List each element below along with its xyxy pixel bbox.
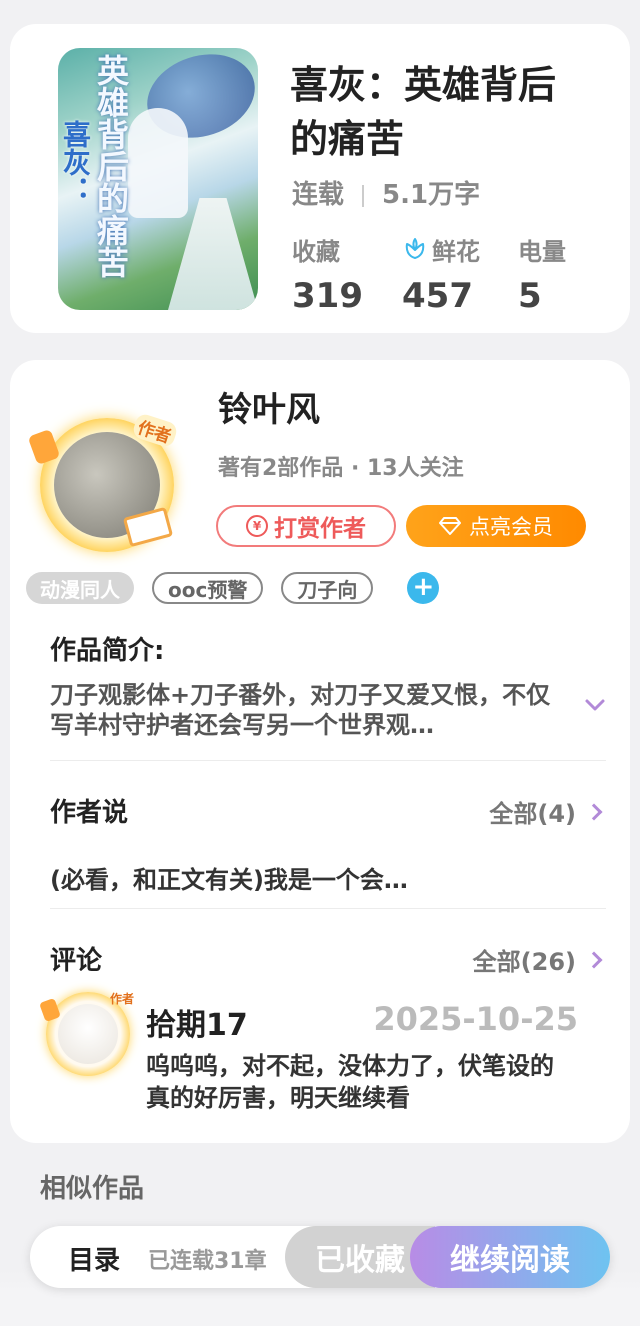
detail-card: 作者 铃叶风 著有2部作品 · 13人关注 ¥ 打赏作者 点亮会员 动漫同人 o… bbox=[10, 360, 630, 1143]
author-avatar[interactable]: 作者 bbox=[27, 412, 179, 552]
vip-button[interactable]: 点亮会员 bbox=[406, 505, 586, 547]
stat-power[interactable]: 电量 5 bbox=[518, 232, 566, 317]
commenter-name[interactable]: 拾期17 bbox=[146, 1000, 248, 1044]
author-says-title: 作者说 bbox=[50, 798, 129, 828]
avatar-flag-decoration bbox=[27, 428, 61, 466]
author-says-text[interactable]: (必看，和正文有关)我是一个会… bbox=[50, 860, 408, 895]
tag-list: 动漫同人 ooc预警 刀子向 + bbox=[26, 572, 440, 604]
meta-divider bbox=[362, 184, 365, 207]
comments-more-link[interactable]: 全部(26) bbox=[472, 942, 603, 977]
commenter-badge: 作者 bbox=[109, 992, 134, 1006]
author-says-more-link[interactable]: 全部(4) bbox=[489, 794, 603, 829]
stat-value: 5 bbox=[518, 276, 542, 316]
stat-label: 收藏 bbox=[292, 237, 340, 266]
book-meta: 连载 5.1万字 bbox=[292, 174, 480, 211]
book-info-card: 英雄背后的痛苦 喜灰： 喜灰：英雄背后的痛苦 连载 5.1万字 收藏 319 鲜花… bbox=[10, 24, 630, 333]
more-label: 全部(4) bbox=[489, 800, 576, 828]
similar-works-title: 相似作品 bbox=[40, 1174, 145, 1204]
tag-item[interactable]: ooc预警 bbox=[152, 572, 264, 604]
stat-label: 电量 bbox=[518, 237, 566, 266]
commenter-avatar[interactable]: 作者 bbox=[39, 992, 134, 1076]
cover-title-text: 英雄背后的痛苦 bbox=[92, 54, 130, 278]
author-name[interactable]: 铃叶风 bbox=[218, 382, 320, 431]
comment-text[interactable]: 呜呜呜，对不起，没体力了，伏笔设的真的好厉害，明天继续看 bbox=[146, 1050, 576, 1114]
stat-value: 319 bbox=[292, 276, 363, 316]
book-status: 连载 bbox=[292, 180, 345, 210]
book-title: 喜灰：英雄背后的痛苦 bbox=[290, 63, 557, 161]
add-tag-button[interactable]: + bbox=[407, 572, 440, 604]
intro-title: 作品简介: bbox=[50, 636, 165, 666]
avatar-image bbox=[58, 1004, 118, 1064]
vip-label: 点亮会员 bbox=[469, 515, 553, 539]
stat-label: 鲜花 bbox=[432, 237, 480, 266]
stat-flowers[interactable]: 鲜花 457 bbox=[402, 232, 480, 317]
chevron-right-icon bbox=[585, 951, 603, 968]
toc-button[interactable]: 目录 bbox=[68, 1240, 120, 1277]
more-label: 全部(26) bbox=[472, 948, 576, 976]
tip-author-button[interactable]: ¥ 打赏作者 bbox=[216, 505, 396, 547]
comments-title: 评论 bbox=[50, 946, 103, 976]
divider bbox=[50, 908, 606, 909]
tag-item[interactable]: 动漫同人 bbox=[26, 572, 134, 604]
chevron-right-icon bbox=[585, 803, 603, 820]
comment-date: 2025-10-25 bbox=[373, 1000, 578, 1038]
cover-figure bbox=[128, 108, 188, 218]
stat-favorites: 收藏 319 bbox=[292, 232, 363, 317]
word-count: 5.1万字 bbox=[382, 180, 481, 210]
yen-icon: ¥ bbox=[246, 515, 268, 537]
continue-reading-button[interactable]: 继续阅读 bbox=[410, 1226, 610, 1288]
flower-icon bbox=[405, 238, 425, 259]
author-meta: 著有2部作品 · 13人关注 bbox=[218, 456, 464, 481]
avatar-flag-decoration bbox=[39, 997, 61, 1023]
bottom-action-bar: 目录 已连载31章 已收藏 继续阅读 bbox=[30, 1226, 610, 1288]
diamond-icon bbox=[439, 517, 461, 535]
tag-item[interactable]: 刀子向 bbox=[281, 572, 374, 604]
tip-author-label: 打赏作者 bbox=[274, 516, 366, 542]
stat-label-row: 鲜花 bbox=[402, 232, 480, 266]
chapter-count[interactable]: 已连载31章 bbox=[148, 1243, 267, 1275]
divider bbox=[50, 760, 606, 761]
stat-value: 457 bbox=[402, 276, 473, 316]
cover-side-text: 喜灰： bbox=[59, 120, 92, 204]
book-cover[interactable]: 英雄背后的痛苦 喜灰： bbox=[58, 48, 258, 310]
intro-text[interactable]: 刀子观影体+刀子番外，对刀子又爱又恨，不仅写羊村守护者还会写另一个世界观… bbox=[50, 680, 570, 736]
chevron-down-icon[interactable] bbox=[584, 694, 606, 716]
